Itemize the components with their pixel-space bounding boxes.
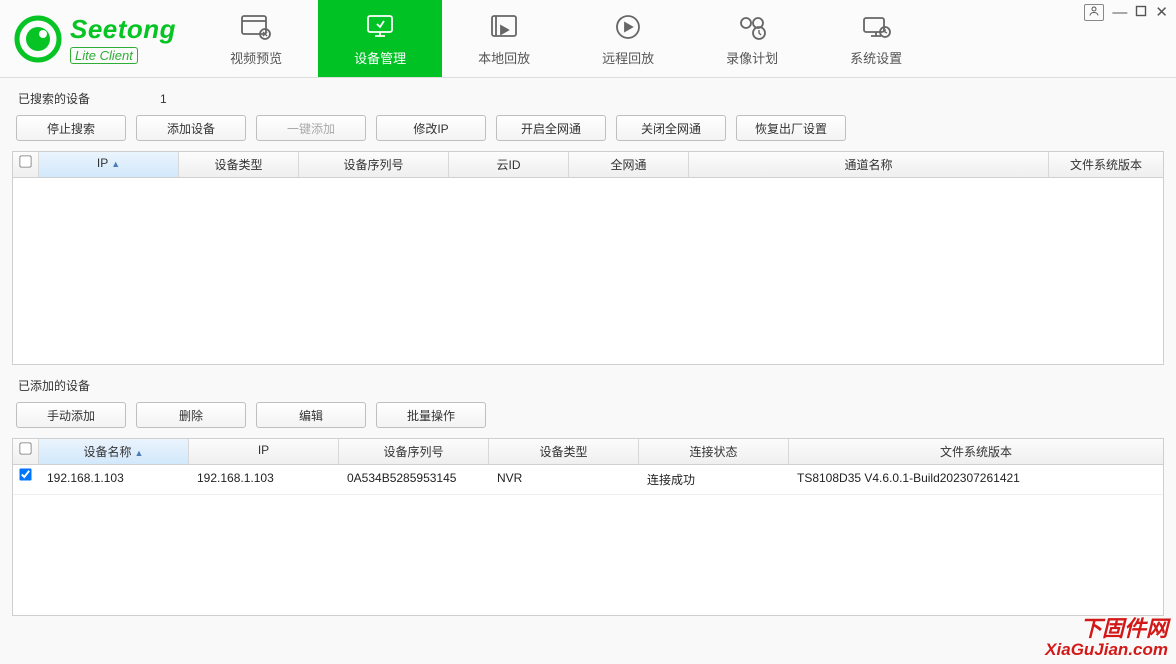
nav-record-plan[interactable]: 录像计划 [690,0,814,77]
row-checkbox[interactable] [13,465,39,494]
local-playback-icon [487,10,521,44]
remote-playback-icon [611,10,645,44]
col-firmware[interactable]: 文件系统版本 [789,439,1163,464]
col-ip[interactable]: IP▲ [39,152,179,177]
cell-ip: 192.168.1.103 [189,465,339,494]
modify-ip-button[interactable]: 修改IP [376,115,486,141]
cell-firmware: TS8108D35 V4.6.0.1-Build202307261421 [789,465,1163,494]
delete-button[interactable]: 删除 [136,402,246,428]
nav-label: 系统设置 [850,48,902,67]
stop-search-button[interactable]: 停止搜索 [16,115,126,141]
watermark: 下固件网 XiaGuJian.com [1045,617,1168,660]
device-management-icon [363,10,397,44]
added-grid: 设备名称▲ IP 设备序列号 设备类型 连接状态 文件系统版本 192.168.… [12,438,1164,616]
searched-title: 已搜索的设备 [18,90,90,107]
close-icon[interactable]: ✕ [1155,5,1168,20]
close-allnet-button[interactable]: 关闭全网通 [616,115,726,141]
added-section: 已添加的设备 手动添加 删除 编辑 批量操作 设备名称▲ IP 设备序列号 设备… [0,365,1176,616]
system-settings-icon [859,10,893,44]
cell-status: 连接成功 [639,465,789,494]
batch-button[interactable]: 批量操作 [376,402,486,428]
user-icon[interactable] [1084,4,1104,21]
searched-section: 已搜索的设备 1 停止搜索 添加设备 一键添加 修改IP 开启全网通 关闭全网通… [0,78,1176,365]
col-serial[interactable]: 设备序列号 [299,152,449,177]
select-all-checkbox[interactable] [13,152,39,177]
restore-factory-button[interactable]: 恢复出厂设置 [736,115,846,141]
one-click-add-button[interactable]: 一键添加 [256,115,366,141]
cell-serial: 0A534B5285953145 [339,465,489,494]
table-row[interactable]: 192.168.1.103 192.168.1.103 0A534B528595… [13,465,1163,495]
brand-sub: Lite Client [70,47,138,64]
col-channel-name[interactable]: 通道名称 [689,152,1049,177]
col-serial[interactable]: 设备序列号 [339,439,489,464]
nav-video-preview[interactable]: 视频预览 [194,0,318,77]
nav-system-settings[interactable]: 系统设置 [814,0,938,77]
nav-label: 本地回放 [478,48,530,67]
col-device-type[interactable]: 设备类型 [489,439,639,464]
nav-remote-playback[interactable]: 远程回放 [566,0,690,77]
watermark-en: XiaGuJian.com [1045,641,1168,660]
nav-label: 视频预览 [230,48,282,67]
col-firmware[interactable]: 文件系统版本 [1049,152,1163,177]
watermark-cn: 下固件网 [1045,617,1168,641]
record-plan-icon [735,10,769,44]
main-nav: 视频预览 设备管理 本地回放 远程回放 录像计划 [194,0,938,77]
select-all-checkbox[interactable] [13,439,39,464]
manual-add-button[interactable]: 手动添加 [16,402,126,428]
added-grid-body: 192.168.1.103 192.168.1.103 0A534B528595… [13,465,1163,615]
cell-device-name: 192.168.1.103 [39,465,189,494]
nav-local-playback[interactable]: 本地回放 [442,0,566,77]
app-header: Seetong Lite Client 视频预览 设备管理 本地回放 [0,0,1176,78]
col-allnet[interactable]: 全网通 [569,152,689,177]
nav-label: 设备管理 [354,48,406,67]
sort-asc-icon: ▲ [111,159,120,169]
minimize-icon[interactable]: — [1112,5,1127,20]
col-cloud-id[interactable]: 云ID [449,152,569,177]
cell-type: NVR [489,465,639,494]
added-title: 已添加的设备 [18,377,90,394]
nav-device-management[interactable]: 设备管理 [318,0,442,77]
searched-grid: IP▲ 设备类型 设备序列号 云ID 全网通 通道名称 文件系统版本 [12,151,1164,365]
searched-grid-body [13,178,1163,364]
searched-count: 1 [160,92,167,106]
open-allnet-button[interactable]: 开启全网通 [496,115,606,141]
col-ip[interactable]: IP [189,439,339,464]
edit-button[interactable]: 编辑 [256,402,366,428]
sort-asc-icon: ▲ [135,448,144,458]
nav-label: 录像计划 [726,48,778,67]
logo: Seetong Lite Client [0,0,194,77]
maximize-icon[interactable] [1135,5,1147,20]
col-device-type[interactable]: 设备类型 [179,152,299,177]
brand-name: Seetong [70,14,176,45]
nav-label: 远程回放 [602,48,654,67]
col-device-name[interactable]: 设备名称▲ [39,439,189,464]
add-device-button[interactable]: 添加设备 [136,115,246,141]
col-conn-status[interactable]: 连接状态 [639,439,789,464]
video-preview-icon [239,10,273,44]
